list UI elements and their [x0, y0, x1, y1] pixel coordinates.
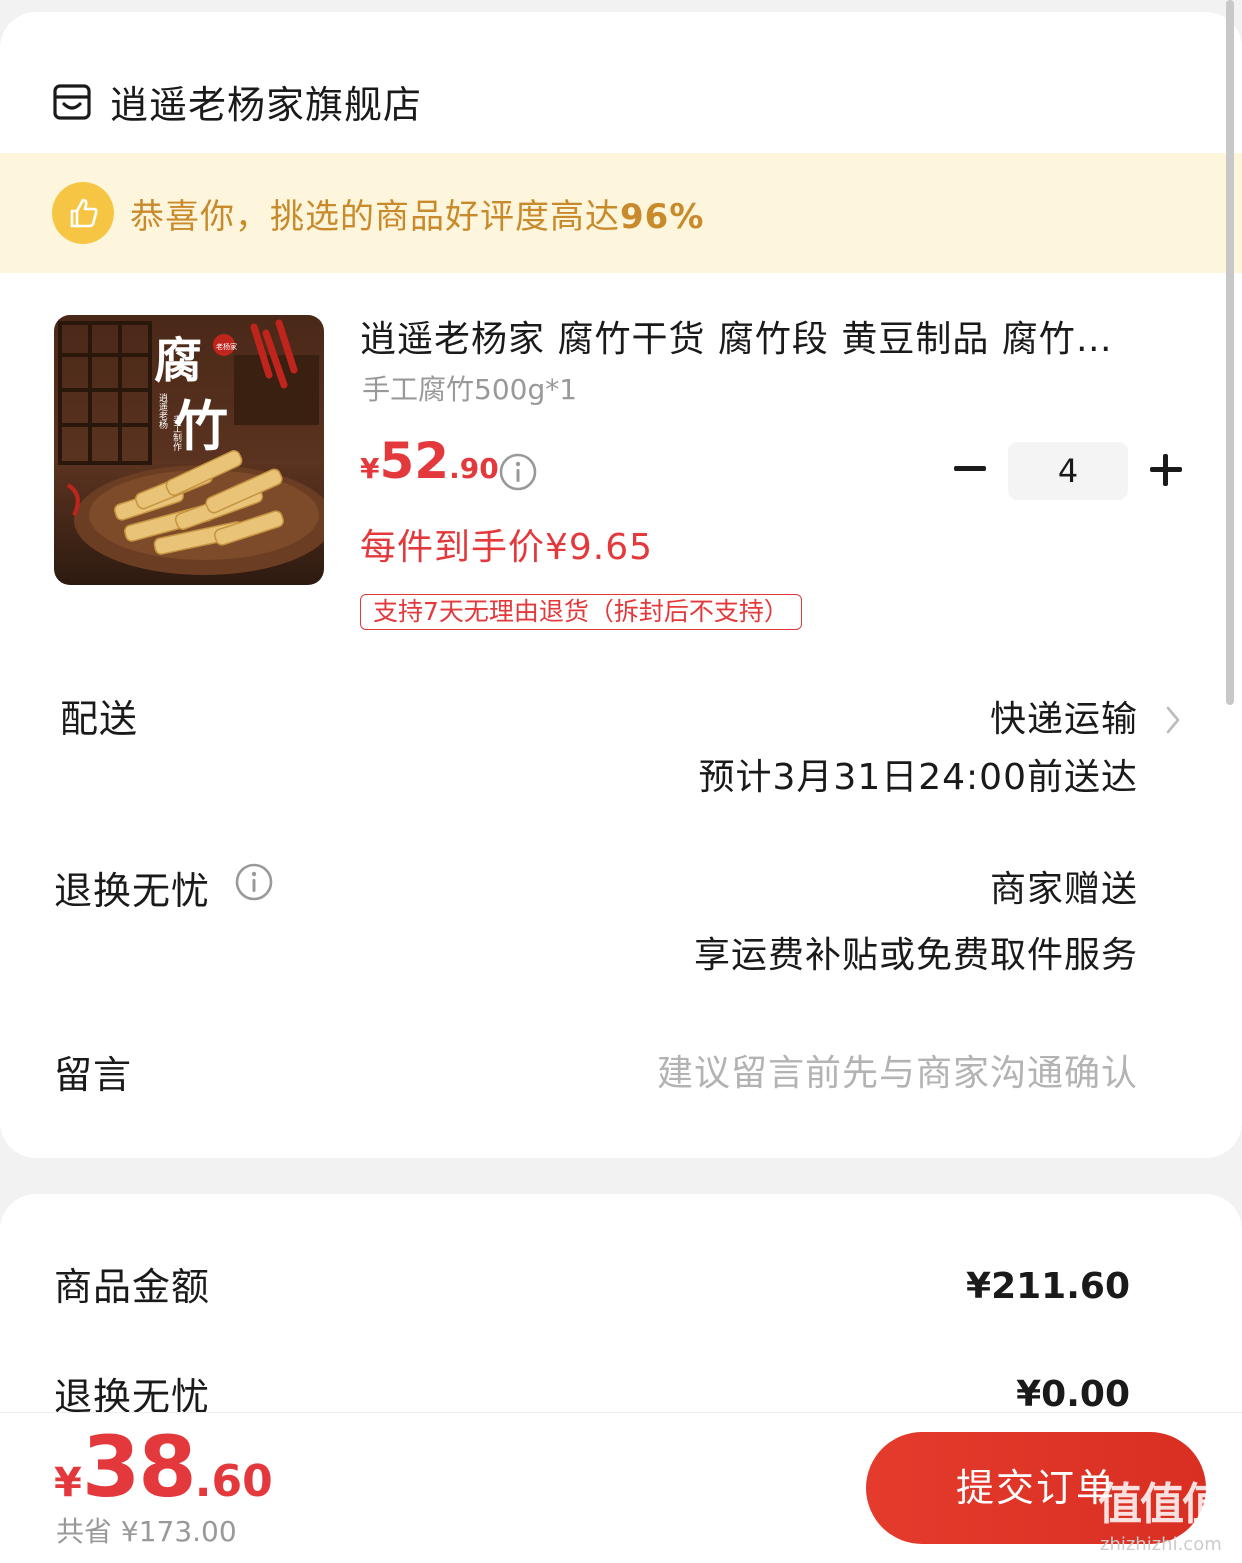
- image-side-text-2: 手工制作: [171, 414, 182, 452]
- quantity-increase-button[interactable]: [1148, 452, 1184, 488]
- quantity-decrease-button[interactable]: [950, 448, 990, 488]
- store-header[interactable]: 逍遥老杨家旗舰店: [52, 74, 422, 129]
- image-side-text: 逍遥老杨: [157, 392, 168, 430]
- goods-amount-value: ¥211.60: [966, 1266, 1130, 1307]
- return-policy-tag: 支持7天无理由退货（拆封后不支持）: [360, 594, 802, 630]
- delivery-label: 配送: [60, 697, 139, 741]
- returns-info-icon[interactable]: [234, 862, 274, 902]
- watermark-url: zhizhizhi.com: [1100, 1534, 1222, 1555]
- returns-label: 退换无忧: [54, 869, 211, 913]
- rating-banner: 恭喜你，挑选的商品好评度高达96%: [0, 153, 1242, 273]
- quantity-input[interactable]: 4: [1008, 442, 1128, 500]
- image-seal: 老杨家: [216, 342, 237, 351]
- chevron-right-icon[interactable]: [1162, 702, 1184, 738]
- goods-amount-label: 商品金额: [54, 1265, 211, 1309]
- delivery-eta: 预计3月31日24:00前送达: [698, 757, 1138, 798]
- delivery-method[interactable]: 快递运输: [990, 690, 1138, 742]
- banner-text: 恭喜你，挑选的商品好评度高达96%: [130, 196, 705, 237]
- total-price: ¥ 38 .60: [54, 1418, 273, 1516]
- image-char-2: 竹: [174, 394, 228, 458]
- product-image[interactable]: 腐 竹 老杨家 逍遥老杨 手工制作: [54, 315, 324, 585]
- scrollbar[interactable]: [1226, 0, 1234, 705]
- product-title[interactable]: 逍遥老杨家 腐竹干货 腐竹段 黄豆制品 腐竹…: [360, 310, 1160, 362]
- thumbs-up-icon: [52, 182, 114, 244]
- message-input[interactable]: 建议留言前先与商家沟通确认: [657, 1044, 1138, 1096]
- store-icon: [53, 83, 91, 120]
- order-card: 逍遥老杨家旗舰店 恭喜你，挑选的商品好评度高达96% 腐 竹 老杨家 逍遥老杨 …: [0, 12, 1242, 1158]
- store-name: 逍遥老杨家旗舰店: [110, 83, 423, 127]
- product-spec[interactable]: 手工腐竹500g*1: [362, 368, 577, 408]
- returns-detail: 享运费补贴或免费取件服务: [693, 935, 1138, 976]
- price-info-icon[interactable]: [498, 452, 538, 492]
- unit-price: 每件到手价¥9.65: [360, 527, 654, 568]
- returns-value: 商家赠送: [989, 869, 1138, 910]
- returns-fee-value: ¥0.00: [1016, 1374, 1130, 1415]
- saved-amount: 共省 ¥173.00: [56, 1515, 237, 1548]
- banner-percent: 96%: [620, 196, 705, 237]
- watermark-logo: 值值值: [1098, 1479, 1226, 1530]
- image-char-1: 腐: [154, 333, 202, 389]
- message-label: 留言: [54, 1053, 133, 1097]
- product-price: ¥ 52 .90: [360, 432, 499, 490]
